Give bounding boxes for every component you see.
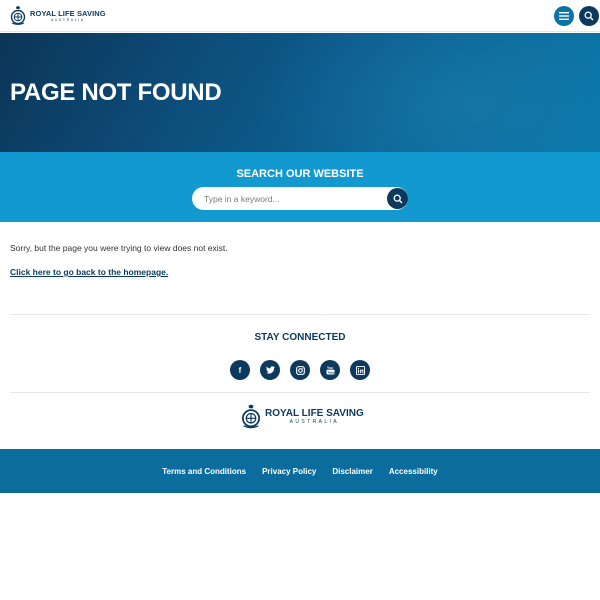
not-found-message: Sorry, but the page you were trying to v… (10, 243, 228, 253)
site-logo[interactable]: ROYAL LIFE SAVING AUSTRALIA (10, 6, 106, 26)
instagram-link[interactable] (290, 360, 310, 380)
facebook-icon: f (238, 365, 242, 375)
crest-icon (10, 6, 26, 25)
search-title: SEARCH OUR WEBSITE (236, 168, 364, 180)
header-search-button[interactable] (579, 6, 599, 26)
divider (10, 392, 590, 393)
search-form (192, 187, 408, 210)
footer-link-privacy[interactable]: Privacy Policy (262, 467, 316, 476)
footer-links: Terms and Conditions Privacy Policy Disc… (0, 449, 600, 493)
footer-link-terms[interactable]: Terms and Conditions (162, 467, 246, 476)
svg-text:You: You (326, 366, 332, 370)
instagram-icon (295, 365, 305, 375)
youtube-icon: You Tube (325, 366, 334, 375)
twitter-icon (265, 366, 275, 374)
menu-button[interactable] (554, 6, 574, 26)
footer-logo[interactable]: ROYAL LIFE SAVING AUSTRALIA (241, 404, 364, 430)
hamburger-menu-icon (559, 12, 569, 20)
footer-logo-sub-text: AUSTRALIA (289, 419, 340, 425)
facebook-link[interactable]: f (230, 360, 250, 380)
linkedin-link[interactable] (350, 360, 370, 380)
footer-link-disclaimer[interactable]: Disclaimer (332, 467, 372, 476)
page-title: PAGE NOT FOUND (10, 79, 222, 106)
search-icon (393, 194, 402, 203)
crest-icon (242, 404, 260, 429)
search-icon (584, 11, 594, 21)
logo-sub-text: AUSTRALIA (50, 17, 85, 22)
search-input[interactable] (192, 187, 387, 210)
site-header: ROYAL LIFE SAVING AUSTRALIA (0, 0, 600, 32)
logo-main-text: ROYAL LIFE SAVING (30, 9, 106, 18)
hero-banner: PAGE NOT FOUND (0, 33, 600, 152)
footer-logo-main-text: ROYAL LIFE SAVING (265, 408, 364, 419)
footer-link-accessibility[interactable]: Accessibility (389, 467, 438, 476)
divider (10, 314, 590, 315)
linkedin-icon (355, 365, 365, 375)
search-submit-button[interactable] (387, 188, 408, 209)
social-links: f You Tube (230, 360, 370, 380)
site-footer: Terms and Conditions Privacy Policy Disc… (0, 449, 600, 493)
twitter-link[interactable] (260, 360, 280, 380)
stay-connected-title: STAY CONNECTED (254, 332, 346, 343)
homepage-link[interactable]: Click here to go back to the homepage. (10, 267, 168, 277)
search-section: SEARCH OUR WEBSITE (0, 152, 600, 222)
svg-text:Tube: Tube (327, 370, 334, 374)
youtube-link[interactable]: You Tube (320, 360, 340, 380)
